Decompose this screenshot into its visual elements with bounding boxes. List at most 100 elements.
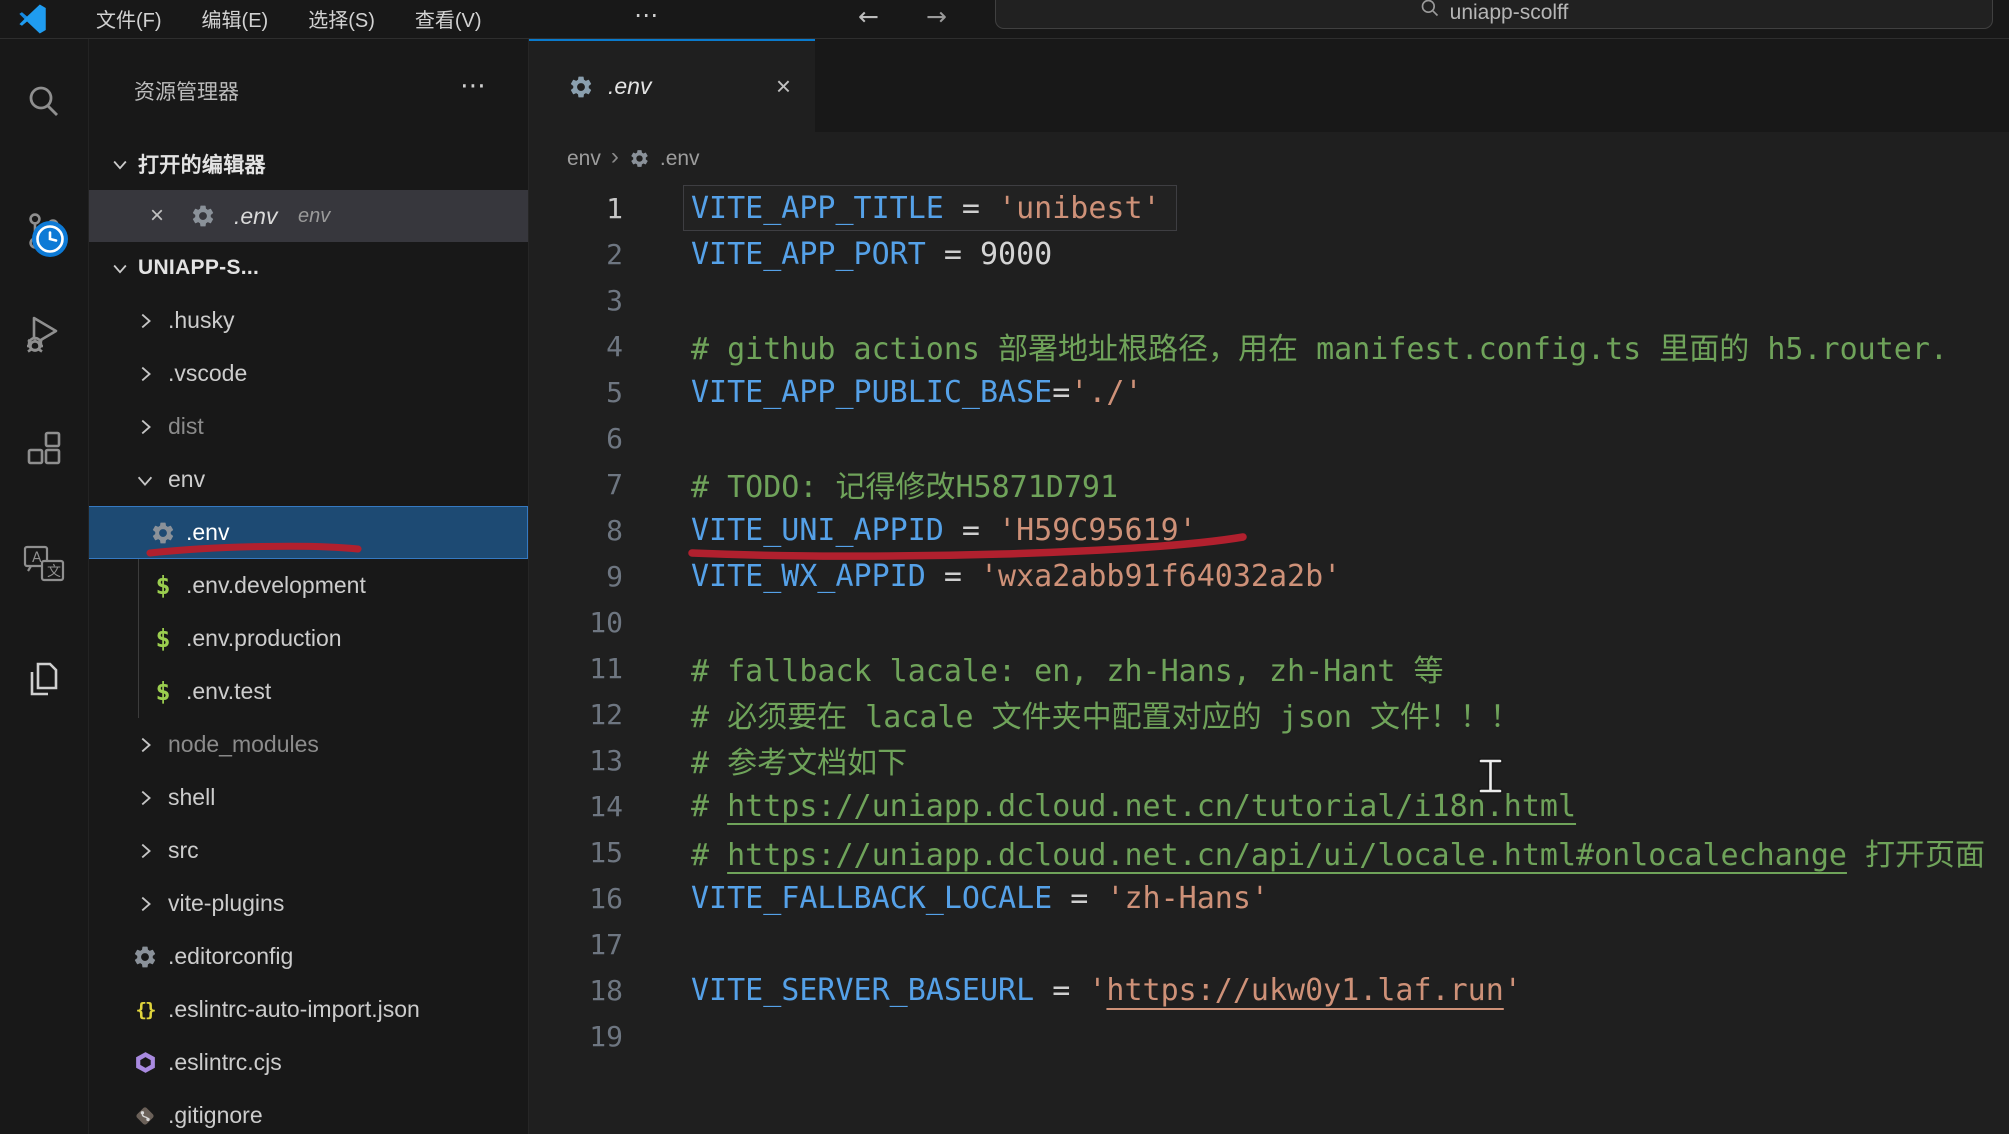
menu-item-3[interactable]: 查看(V) — [415, 4, 482, 33]
tree-item-label: .eslintrc.cjs — [168, 1049, 282, 1076]
code-line-4[interactable]: 4# github actions 部署地址根路径，用在 manifest.co… — [528, 323, 2009, 369]
extensions-icon[interactable] — [20, 425, 68, 473]
line-number: 2 — [528, 238, 623, 271]
menu-item-0[interactable]: 文件(F) — [96, 4, 162, 33]
tree-item-src[interactable]: src — [88, 824, 528, 877]
translate-icon[interactable]: A文 — [20, 540, 68, 588]
code-line-content: VITE_APP_TITLE = 'unibest' — [691, 191, 1161, 226]
gear-icon — [190, 203, 216, 234]
run-and-debug-icon[interactable] — [20, 309, 68, 357]
sidebar-more-icon[interactable]: ⋯ — [460, 70, 486, 101]
nav-forward-icon[interactable]: → — [926, 2, 947, 31]
chevron-right-icon[interactable] — [130, 783, 160, 813]
project-section-header[interactable]: UNIAPP-S... — [88, 242, 528, 294]
close-icon[interactable]: × — [776, 71, 791, 102]
line-number: 5 — [528, 376, 623, 409]
tree-item-.husky[interactable]: .husky — [88, 294, 528, 347]
tree-item-vite-plugins[interactable]: vite-plugins — [88, 877, 528, 930]
code-line-8[interactable]: 8VITE_UNI_APPID = 'H59C95619' — [528, 507, 2009, 553]
dollar-icon: $ — [148, 624, 178, 654]
tree-item-.env[interactable]: .env — [88, 506, 528, 559]
chevron-down-icon[interactable] — [130, 465, 160, 495]
chevron-right-icon[interactable] — [130, 359, 160, 389]
menu-item-1[interactable]: 编辑(E) — [202, 4, 269, 33]
tree-item-.eslintrc.cjs[interactable]: .eslintrc.cjs — [88, 1036, 528, 1089]
code-line-5[interactable]: 5 VITE_APP_PUBLIC_BASE='./' — [528, 369, 2009, 415]
chevron-right-icon[interactable] — [130, 836, 160, 866]
code-line-2[interactable]: 2VITE_APP_PORT = 9000 — [528, 231, 2009, 277]
code-line-10[interactable]: 10 — [528, 599, 2009, 645]
tree-item-.editorconfig[interactable]: .editorconfig — [88, 930, 528, 983]
chevron-down-icon[interactable] — [110, 258, 130, 278]
dollar-icon: $ — [148, 677, 178, 707]
open-editor-file-name: .env — [234, 203, 277, 230]
code-line-15[interactable]: 15# https://uniapp.dcloud.net.cn/api/ui/… — [528, 829, 2009, 875]
code-line-6[interactable]: 6 — [528, 415, 2009, 461]
svg-text:文: 文 — [47, 564, 61, 580]
code-line-content: # github actions 部署地址根路径，用在 manifest.con… — [691, 324, 1948, 368]
command-center-search[interactable]: uniapp-scolff — [995, 0, 1993, 29]
code-line-content: # TODO: 记得修改H5871D791 — [691, 462, 1118, 506]
tab-env[interactable]: .env × — [528, 38, 815, 132]
tree-item-.env.test[interactable]: $ .env.test — [88, 665, 528, 718]
tree-item-.env.production[interactable]: $ .env.production — [88, 612, 528, 665]
breadcrumb-separator-icon: › — [611, 143, 619, 171]
tree-item-dist[interactable]: dist — [88, 400, 528, 453]
breadcrumb-folder[interactable]: env — [567, 147, 601, 171]
chevron-right-icon[interactable] — [130, 730, 160, 760]
code-line-7[interactable]: 7 # TODO: 记得修改H5871D791 — [528, 461, 2009, 507]
tree-item-.env.development[interactable]: $.env.development — [88, 559, 528, 612]
breadcrumb-file[interactable]: .env — [660, 147, 700, 171]
code-line-18[interactable]: 18VITE_SERVER_BASEURL = 'https://ukw0y1.… — [528, 967, 2009, 1013]
chevron-right-icon[interactable] — [130, 412, 160, 442]
tree-item-label: .env.production — [186, 625, 342, 652]
code-line-12[interactable]: 12# 必须要在 lacale 文件夹中配置对应的 json 文件！！！ — [528, 691, 2009, 737]
tree-item-env[interactable]: env — [88, 453, 528, 506]
tree-item-label: .husky — [168, 307, 234, 334]
tree-item-label: .env.development — [186, 572, 366, 599]
code-line-13[interactable]: 13 # 参考文档如下 — [528, 737, 2009, 783]
code-line-content: # 参考文档如下 — [691, 738, 907, 782]
chevron-right-icon[interactable] — [130, 306, 160, 336]
code-line-16[interactable]: 16VITE_FALLBACK_LOCALE = 'zh-Hans' — [528, 875, 2009, 921]
tree-item-shell[interactable]: shell — [88, 771, 528, 824]
close-icon[interactable]: × — [150, 204, 164, 228]
copied-pages-icon[interactable] — [20, 655, 68, 703]
code-area[interactable]: 1 VITE_APP_TITLE = 'unibest' 2VITE_APP_POR… — [528, 185, 2009, 1059]
chevron-down-icon[interactable] — [110, 154, 130, 174]
tree-item-node_modules[interactable]: node_modules — [88, 718, 528, 771]
line-number: 1 — [528, 192, 623, 225]
code-line-11[interactable]: 11# fallback lacale: en, zh-Hans, zh-Han… — [528, 645, 2009, 691]
nav-back-icon[interactable]: ← — [858, 2, 879, 31]
code-line-14[interactable]: 14# https://uniapp.dcloud.net.cn/tutoria… — [528, 783, 2009, 829]
code-line-19[interactable]: 19 — [528, 1013, 2009, 1059]
code-line-17[interactable]: 17 — [528, 921, 2009, 967]
tree-item-.eslintrc-auto-import.json[interactable]: {}.eslintrc-auto-import.json — [88, 983, 528, 1036]
open-editors-section-header[interactable]: 打开的编辑器 — [88, 138, 528, 190]
chevron-right-icon[interactable] — [130, 889, 160, 919]
code-line-9[interactable]: 9VITE_WX_APPID = 'wxa2abb91f64032a2b' — [528, 553, 2009, 599]
source-control-clock-badge — [30, 219, 70, 259]
tree-item-.gitignore[interactable]: .gitignore — [88, 1089, 528, 1134]
code-line-content: # https://uniapp.dcloud.net.cn/tutorial/… — [691, 789, 1576, 824]
code-line-3[interactable]: 3 — [528, 277, 2009, 323]
gear-icon — [568, 74, 594, 100]
git-icon — [130, 1101, 160, 1131]
tree-item-label: .env.test — [186, 678, 271, 705]
eslint-icon — [130, 1048, 160, 1078]
open-editor-item-env[interactable]: × .env env — [88, 190, 528, 242]
code-line-1[interactable]: 1 VITE_APP_TITLE = 'unibest' — [528, 185, 2009, 231]
tab-bar: .env × — [528, 38, 2009, 132]
line-number: 13 — [528, 744, 623, 777]
tree-item-label: shell — [168, 784, 215, 811]
open-editor-folder: env — [298, 205, 330, 228]
code-line-content: # fallback lacale: en, zh-Hans, zh-Hant … — [691, 646, 1443, 690]
code-line-content: VITE_APP_PUBLIC_BASE='./' — [691, 375, 1143, 410]
line-number: 7 — [528, 468, 623, 501]
line-number: 10 — [528, 606, 623, 639]
search-icon[interactable] — [20, 79, 68, 127]
menu-item-2[interactable]: 选择(S) — [308, 4, 375, 33]
tree-item-.vscode[interactable]: .vscode — [88, 347, 528, 400]
menu-overflow-icon[interactable]: ⋯ — [634, 1, 658, 30]
tab-label: .env — [608, 73, 651, 100]
